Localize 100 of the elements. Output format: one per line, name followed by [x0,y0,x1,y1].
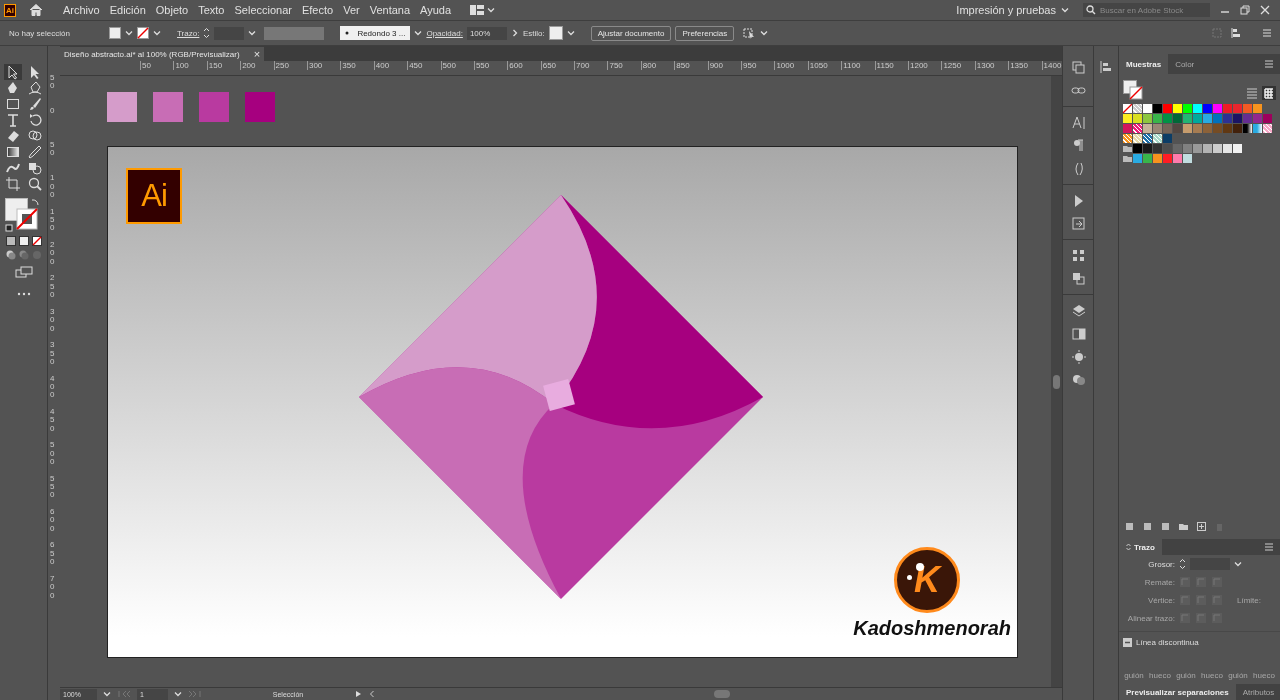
artboard-icon[interactable] [4,176,21,192]
toolbar-button[interactable]: Ajustar documento [590,25,672,41]
chevron-right-icon[interactable] [510,29,519,37]
pathfinder-icon[interactable] [1070,271,1086,286]
variable-width-field[interactable] [264,26,325,40]
option-icon[interactable] [1211,594,1223,606]
pattern-swatch[interactable] [1133,134,1142,143]
color-swatch[interactable] [1153,154,1162,163]
color-swatch[interactable] [1123,114,1132,123]
color-swatch[interactable] [1173,124,1182,133]
menu-item[interactable]: Objeto [150,4,194,16]
option-icon[interactable] [1211,612,1223,624]
first-page-icon[interactable] [117,690,131,698]
caret-icon[interactable] [103,690,111,698]
asset-export-icon[interactable] [1070,216,1086,231]
list-view-icon[interactable] [1246,87,1258,99]
color-swatch[interactable] [1253,104,1262,113]
color-swatch[interactable] [1233,124,1242,133]
color-swatch[interactable] [1123,124,1132,133]
color-swatch[interactable] [1193,124,1202,133]
menu-item[interactable]: Efecto [296,4,339,16]
color-swatch[interactable] [1183,114,1192,123]
panel-tab[interactable]: Muestras [1119,54,1169,74]
pattern-swatch[interactable] [1123,134,1132,143]
draw-normal-icon[interactable] [5,250,16,260]
option-icon[interactable] [1195,612,1207,624]
document-tab[interactable]: Diseño abstracto.ai* al 100% (RGB/Previsualizar) × [60,47,265,61]
color-swatch[interactable] [1173,144,1182,153]
panel-tab[interactable]: Atributos [1235,684,1280,700]
color-swatch[interactable] [1263,114,1272,123]
color-swatch[interactable] [1163,154,1172,163]
artboards-icon[interactable] [1070,248,1086,263]
color-swatch[interactable] [1153,104,1162,113]
color-swatch[interactable] [1223,124,1232,133]
color-swatch[interactable] [1253,114,1262,123]
gradient-swatch[interactable] [1253,124,1262,133]
color-swatch[interactable] [1163,114,1172,123]
opacity-field[interactable]: 100% [466,26,507,40]
color-swatch[interactable] [1183,154,1192,163]
panel-tab[interactable]: Previsualizar separaciones [1119,684,1236,700]
panel-menu-icon[interactable] [1264,59,1274,69]
option-icon[interactable] [1195,576,1207,588]
caret-icon[interactable] [174,690,182,698]
color-swatch[interactable] [1223,114,1232,123]
transparency-icon[interactable] [1070,326,1086,341]
toolbar-button[interactable]: Preferencias [675,25,735,41]
caret-icon[interactable] [1061,6,1069,14]
color-mode-icon[interactable] [5,236,16,246]
new-swatch-icon[interactable] [1197,522,1206,531]
new-group-icon[interactable] [1179,522,1188,531]
caret-icon[interactable] [760,29,769,37]
zoom-icon[interactable] [26,176,43,192]
grid-view-icon[interactable] [1262,86,1276,100]
pattern-swatch[interactable] [1153,134,1162,143]
color-swatch[interactable] [1243,114,1252,123]
color-swatch[interactable] [1203,124,1212,133]
option-icon[interactable] [1179,612,1191,624]
menu-item[interactable]: Archivo [58,4,105,16]
vertical-scrollbar[interactable] [1051,76,1062,687]
eyedropper-icon[interactable] [26,144,43,160]
shape-builder-icon[interactable] [26,128,43,144]
option-icon[interactable] [1179,594,1191,606]
stroke-swatch-icon[interactable] [137,27,149,39]
color-swatch[interactable] [1233,104,1242,113]
caret-icon[interactable] [153,29,161,37]
layers-icon[interactable] [1070,303,1086,318]
color-swatch[interactable] [1223,104,1232,113]
color-swatch[interactable] [1153,114,1162,123]
close-icon[interactable] [1260,5,1270,15]
menu-item[interactable]: Ventana [364,4,416,16]
color-swatch[interactable] [1133,114,1142,123]
color-swatch[interactable] [1153,144,1162,153]
color-swatch[interactable] [1133,144,1142,153]
color-swatch[interactable] [1143,144,1152,153]
color-swatch[interactable] [1163,134,1172,143]
gradient-icon[interactable] [4,144,21,160]
color-swatch[interactable] [1143,114,1152,123]
color-swatch[interactable] [1193,144,1202,153]
pattern-swatch[interactable] [1133,104,1142,113]
screen-mode-icon[interactable] [14,266,33,278]
restore-icon[interactable] [1240,5,1250,15]
none-mode-icon[interactable] [31,236,42,246]
menu-item[interactable]: Texto [193,4,230,16]
arrange-documents-icon[interactable] [470,5,485,15]
blend-icon[interactable] [26,160,43,176]
color-swatch[interactable] [1173,104,1182,113]
color-swatch[interactable] [1213,124,1222,133]
option-icon[interactable] [1211,576,1223,588]
collapse-icon[interactable] [1123,638,1132,647]
pattern-swatch[interactable] [1133,124,1142,133]
menu-item[interactable]: Seleccionar [229,4,297,16]
opacity-label[interactable]: Opacidad: [426,28,463,38]
search-icon[interactable] [1083,3,1098,17]
gradient-mode-icon[interactable] [18,236,29,246]
close-tab-button[interactable]: × [253,48,261,60]
color-swatch[interactable] [1143,104,1152,113]
fill-swatch-icon[interactable] [109,27,121,39]
color-swatch[interactable] [1173,154,1182,163]
color-swatch[interactable] [1183,144,1192,153]
option-icon[interactable] [1195,594,1207,606]
